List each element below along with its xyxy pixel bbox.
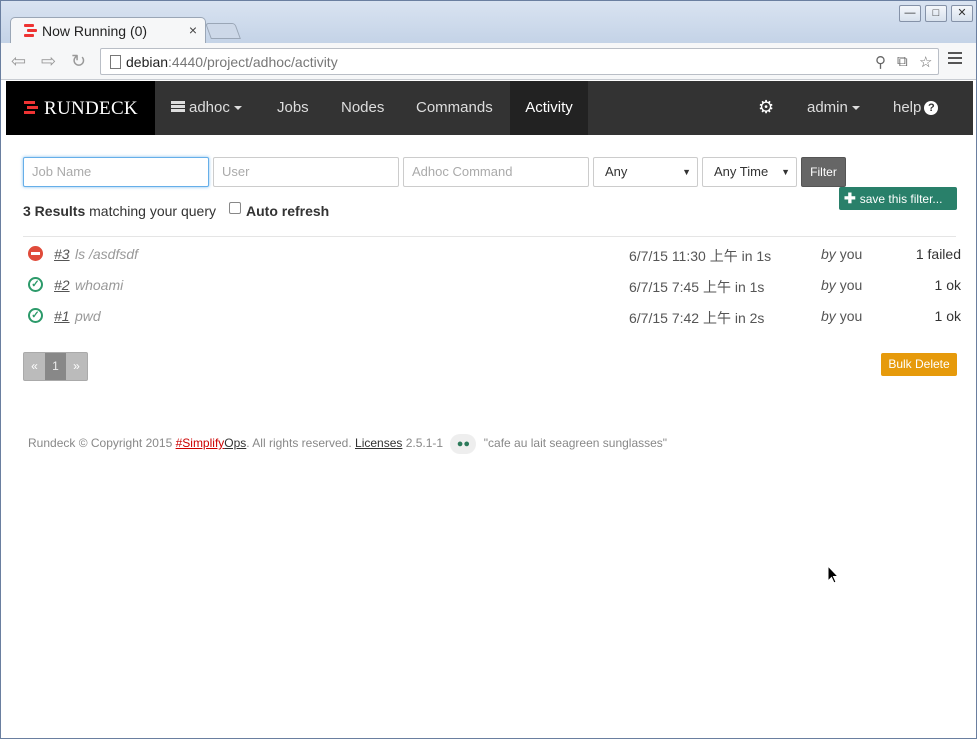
- dropdown-arrow-icon: ▼: [682, 167, 691, 177]
- version-codename: "cafe au lait seagreen sunglasses": [483, 436, 668, 451]
- project-dropdown[interactable]: adhoc: [171, 81, 242, 135]
- search-icon[interactable]: ⚲: [875, 53, 886, 71]
- table-row[interactable]: #3 ls /asdfsdf 6/7/15 11:30 上午 in 1s by …: [23, 246, 963, 277]
- pagination-prev[interactable]: «: [24, 353, 45, 380]
- execution-time: 6/7/15 7:42 上午 in 2s: [629, 310, 765, 326]
- execution-result: 1 ok: [934, 277, 961, 293]
- pagination-next[interactable]: »: [66, 353, 87, 380]
- filter-button[interactable]: Filter: [801, 157, 846, 187]
- execution-link[interactable]: #1: [54, 308, 70, 324]
- browser-toolbar: ⇦ ⇨ ↻ debian:4440/project/adhoc/activity…: [1, 43, 976, 80]
- gear-icon[interactable]: ⚙: [758, 97, 774, 118]
- translate-icon[interactable]: ⧉: [897, 53, 908, 70]
- chevron-down-icon: [851, 106, 860, 111]
- maximize-button[interactable]: □: [925, 5, 947, 22]
- nav-commands[interactable]: Commands: [416, 81, 493, 135]
- version-text: 2.5.1-1: [402, 436, 447, 451]
- sunglasses-icon: ●●: [450, 434, 477, 454]
- ok-status-icon: ✓: [28, 277, 43, 292]
- time-select[interactable]: Any Time ▼: [702, 157, 797, 187]
- forward-arrow-icon[interactable]: ⇨: [41, 51, 56, 72]
- reload-icon[interactable]: ↻: [71, 51, 86, 72]
- nav-nodes[interactable]: Nodes: [341, 81, 384, 135]
- job-name-input[interactable]: Job Name: [23, 157, 209, 187]
- user-input[interactable]: User: [213, 157, 399, 187]
- pagination-page-1[interactable]: 1: [45, 353, 66, 380]
- time-select-value: Any Time: [714, 164, 769, 179]
- execution-link[interactable]: #3: [54, 246, 70, 262]
- results-summary: 3 Results matching your query: [23, 203, 216, 219]
- nav-jobs[interactable]: Jobs: [277, 81, 309, 135]
- results-count: 3 Results: [23, 203, 86, 219]
- auto-refresh-checkbox[interactable]: [229, 202, 241, 214]
- bulk-delete-button[interactable]: Bulk Delete: [881, 353, 957, 376]
- plus-icon: ✚: [844, 190, 856, 206]
- help-label: help: [893, 99, 922, 116]
- user-name: admin: [807, 99, 848, 116]
- tab-title: Now Running (0): [42, 23, 148, 39]
- dropdown-arrow-icon: ▼: [781, 167, 790, 177]
- footer-rights: . All rights reserved.: [246, 436, 356, 451]
- close-window-button[interactable]: ✕: [951, 5, 973, 22]
- status-select-value: Any: [605, 164, 628, 179]
- execution-result: 1 failed: [915, 246, 961, 262]
- address-bar[interactable]: debian:4440/project/adhoc/activity ⚲ ⧉ ☆: [100, 48, 939, 75]
- url-text[interactable]: debian:4440/project/adhoc/activity: [126, 54, 338, 70]
- ops-link[interactable]: Ops: [224, 436, 246, 450]
- bookmark-star-icon[interactable]: ☆: [919, 53, 932, 71]
- footer-copyright: Rundeck © Copyright 2015: [28, 436, 176, 451]
- execution-command: pwd: [75, 308, 101, 324]
- execution-result: 1 ok: [934, 308, 961, 324]
- execution-link[interactable]: #2: [54, 277, 70, 293]
- server-stack-icon: [171, 101, 185, 113]
- execution-command: whoami: [75, 277, 124, 293]
- results-suffix: matching your query: [89, 203, 216, 219]
- mouse-cursor-icon: [827, 565, 839, 584]
- browser-window: Now Running (0) × — □ ✕ ⇦ ⇨ ↻ debian:444…: [0, 0, 977, 739]
- user-menu[interactable]: admin: [807, 81, 860, 135]
- title-bar: Now Running (0) × — □ ✕: [1, 1, 976, 44]
- help-menu[interactable]: help?: [893, 81, 939, 135]
- new-tab-button[interactable]: [205, 23, 241, 39]
- simplify-link[interactable]: #Simplify: [176, 436, 225, 450]
- brand-text: RUNDECK: [44, 98, 138, 119]
- ok-status-icon: ✓: [28, 308, 43, 323]
- save-filter-button[interactable]: ✚ save this filter...: [839, 187, 957, 210]
- nav-activity[interactable]: Activity: [510, 81, 588, 135]
- chevron-down-icon: [233, 106, 242, 111]
- divider: [23, 236, 956, 237]
- execution-time: 6/7/15 11:30 上午 in 1s: [629, 248, 772, 264]
- failed-status-icon: [28, 246, 43, 261]
- execution-user: by you: [821, 246, 863, 262]
- execution-user: by you: [821, 277, 863, 293]
- brand[interactable]: RUNDECK: [6, 81, 155, 135]
- browser-menu-icon[interactable]: [948, 52, 962, 67]
- auto-refresh-label[interactable]: Auto refresh: [246, 203, 329, 219]
- status-select[interactable]: Any ▼: [593, 157, 698, 187]
- page-icon: [110, 55, 121, 69]
- licenses-link[interactable]: Licenses: [355, 436, 402, 450]
- back-arrow-icon[interactable]: ⇦: [11, 51, 26, 72]
- adhoc-command-input[interactable]: Adhoc Command: [403, 157, 589, 187]
- execution-time: 6/7/15 7:45 上午 in 1s: [629, 279, 765, 295]
- table-row[interactable]: ✓ #1 pwd 6/7/15 7:42 上午 in 2s by you 1 o…: [23, 308, 963, 339]
- execution-command: ls /asdfsdf: [75, 246, 139, 262]
- browser-tab[interactable]: Now Running (0) ×: [10, 17, 206, 44]
- execution-user: by you: [821, 308, 863, 324]
- rundeck-logo-icon: [24, 101, 38, 116]
- tab-close-icon[interactable]: ×: [189, 22, 197, 38]
- rundeck-favicon-icon: [24, 24, 37, 38]
- question-icon: ?: [924, 101, 939, 115]
- minimize-button[interactable]: —: [899, 5, 921, 22]
- footer: Rundeck © Copyright 2015 #SimplifyOps. A…: [28, 434, 667, 454]
- save-filter-label: save this filter...: [859, 192, 943, 206]
- app-navbar: RUNDECK adhoc Jobs Nodes Commands Activi…: [6, 81, 973, 135]
- table-row[interactable]: ✓ #2 whoami 6/7/15 7:45 上午 in 1s by you …: [23, 277, 963, 308]
- project-name: adhoc: [189, 99, 230, 116]
- pagination: « 1 »: [23, 352, 88, 381]
